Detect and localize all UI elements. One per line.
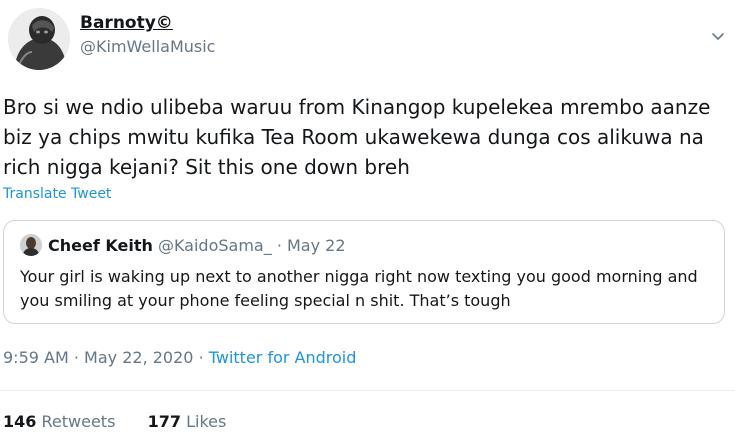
likes-stat[interactable]: 177 Likes — [148, 412, 227, 431]
author-avatar-image — [8, 8, 70, 70]
retweets-label: Retweets — [41, 412, 116, 431]
quoted-author-avatar-image — [20, 234, 42, 256]
retweets-stat[interactable]: 146 Retweets — [3, 412, 121, 431]
retweets-count: 146 — [3, 412, 37, 431]
likes-count: 177 — [147, 412, 181, 431]
translate-tweet-link[interactable]: Translate Tweet — [3, 186, 111, 202]
author-header: Barnoty© @KimWellaMusic — [80, 12, 215, 58]
quoted-date: May 22 — [287, 236, 346, 255]
quoted-tweet[interactable]: Cheef Keith @KaidoSama_ · May 22 Your gi… — [3, 220, 725, 324]
author-handle[interactable]: @KimWellaMusic — [80, 36, 215, 58]
author-display-name[interactable]: Barnoty© — [80, 12, 173, 34]
quoted-author-avatar — [20, 234, 42, 256]
quoted-handle: @KaidoSama_ — [157, 236, 272, 255]
tweet-date[interactable]: May 22, 2020 — [84, 348, 193, 367]
tweet-source-link[interactable]: Twitter for Android — [209, 348, 357, 367]
meta-separator: · — [198, 348, 204, 367]
likes-label: Likes — [186, 412, 227, 431]
author-avatar[interactable] — [8, 8, 70, 70]
tweet-text: Bro si we ndio ulibeba waruu from Kinang… — [3, 95, 711, 179]
tweet-stats: 146 Retweets 177 Likes — [3, 410, 226, 434]
quoted-display-name: Cheef Keith — [48, 236, 153, 255]
meta-separator: · — [73, 348, 79, 367]
chevron-down-icon[interactable] — [708, 26, 728, 46]
quoted-header: Cheef Keith @KaidoSama_ · May 22 — [48, 235, 346, 257]
quoted-text: Your girl is waking up next to another n… — [20, 267, 698, 310]
divider — [0, 390, 735, 391]
quoted-separator: · — [276, 236, 282, 255]
tweet-meta: 9:59 AM · May 22, 2020 · Twitter for And… — [3, 346, 356, 370]
tweet-time[interactable]: 9:59 AM — [3, 348, 69, 367]
